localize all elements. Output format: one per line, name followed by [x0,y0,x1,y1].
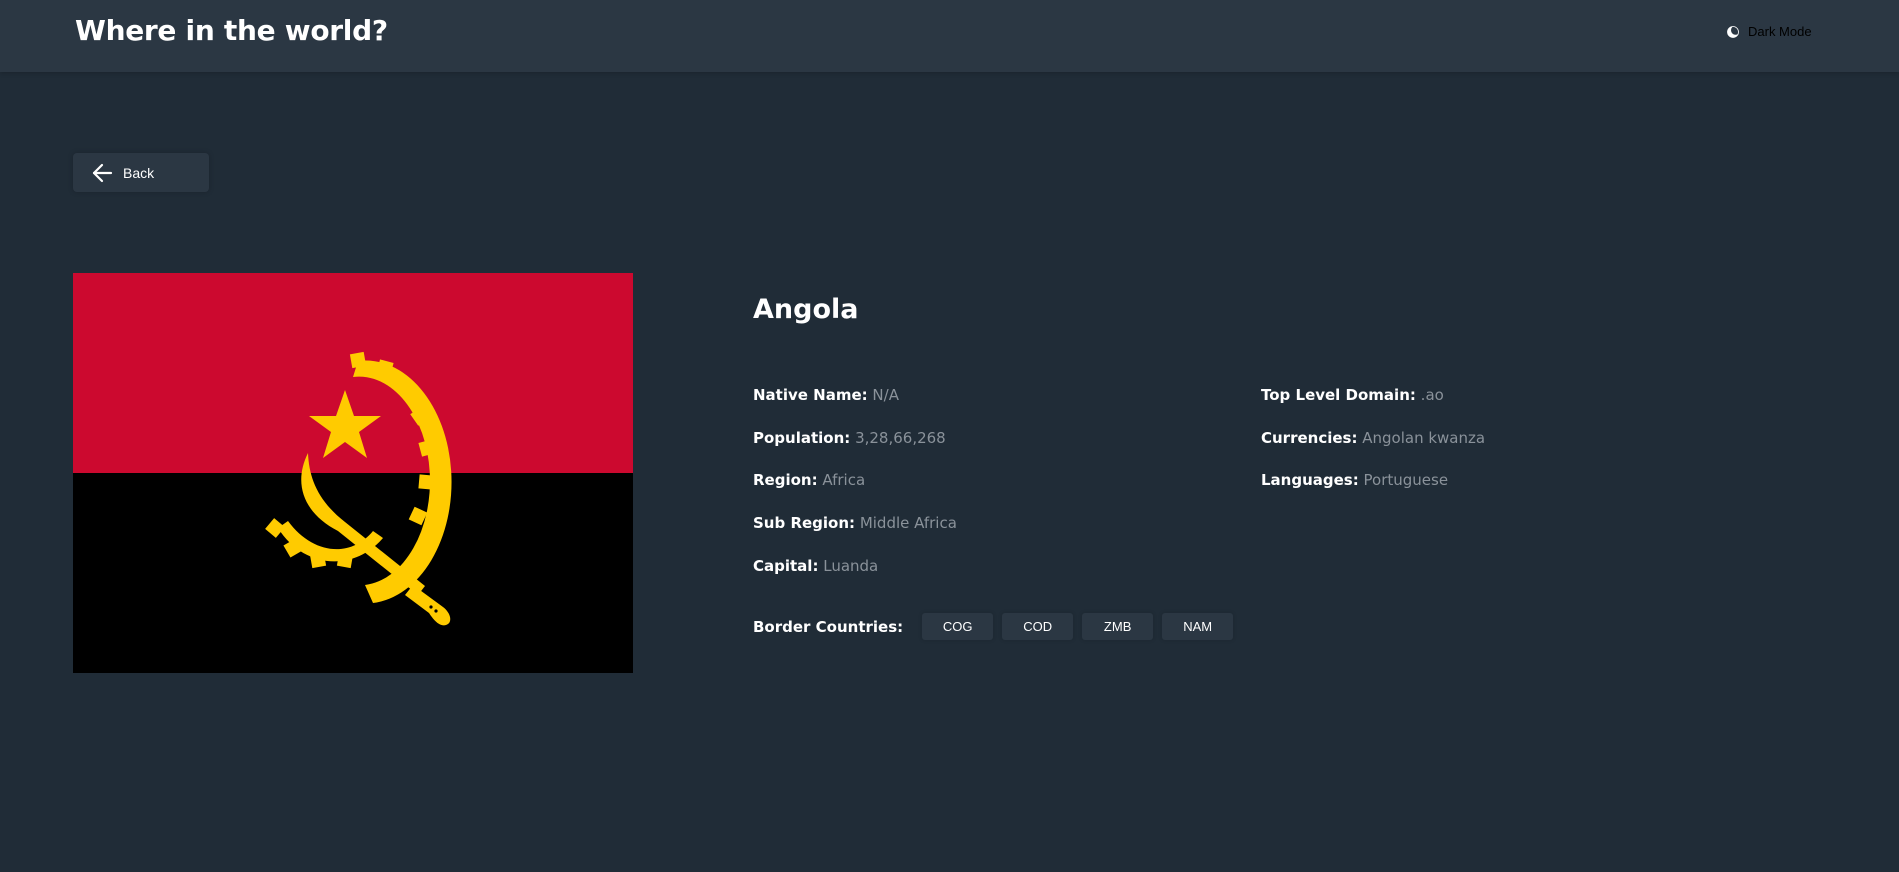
info-value: N/A [872,386,899,404]
back-label: Back [123,164,155,181]
info-value: 3,28,66,268 [855,429,946,447]
info-value: Africa [822,471,866,489]
info-label: Capital: [753,557,819,575]
border-countries-label: Border Countries: [753,617,904,636]
sub-region-row: Sub Region: Middle Africa [753,514,957,532]
moon-icon [1726,25,1740,39]
app-title: Where in the world? [75,14,388,47]
border-country-button[interactable]: ZMB [1082,613,1154,640]
top-level-domain-row: Top Level Domain: .ao [1261,386,1444,404]
info-value: .ao [1420,386,1444,404]
angola-flag-image [73,273,633,673]
country-flag [73,273,633,673]
border-countries: Border Countries: COG COD ZMB NAM [753,613,1242,640]
info-label: Sub Region: [753,514,856,532]
capital-row: Capital: Luanda [753,557,878,575]
dark-mode-toggle[interactable]: Dark Mode [1726,24,1812,39]
border-country-button[interactable]: COD [1002,613,1074,640]
info-label: Native Name: [753,386,868,404]
info-label: Region: [753,471,818,489]
languages-row: Languages: Portuguese [1261,471,1448,489]
top-header: Where in the world? Dark Mode [0,0,1899,72]
country-name: Angola [753,294,859,325]
info-value: Angolan kwanza [1362,429,1486,447]
currencies-row: Currencies: Angolan kwanza [1261,429,1485,447]
region-row: Region: Africa [753,471,865,489]
info-value: Portuguese [1363,471,1449,489]
population-row: Population: 3,28,66,268 [753,429,946,447]
info-value: Luanda [823,557,879,575]
info-label: Currencies: [1261,429,1358,447]
border-country-button[interactable]: COG [922,613,994,640]
back-button[interactable]: Back [73,153,209,192]
arrow-left-icon [91,162,113,184]
info-label: Population: [753,429,851,447]
info-label: Top Level Domain: [1261,386,1416,404]
dark-mode-label: Dark Mode [1748,24,1812,39]
border-country-button[interactable]: NAM [1162,613,1234,640]
native-name-row: Native Name: N/A [753,386,899,404]
info-value: Middle Africa [859,514,957,532]
info-label: Languages: [1261,471,1359,489]
